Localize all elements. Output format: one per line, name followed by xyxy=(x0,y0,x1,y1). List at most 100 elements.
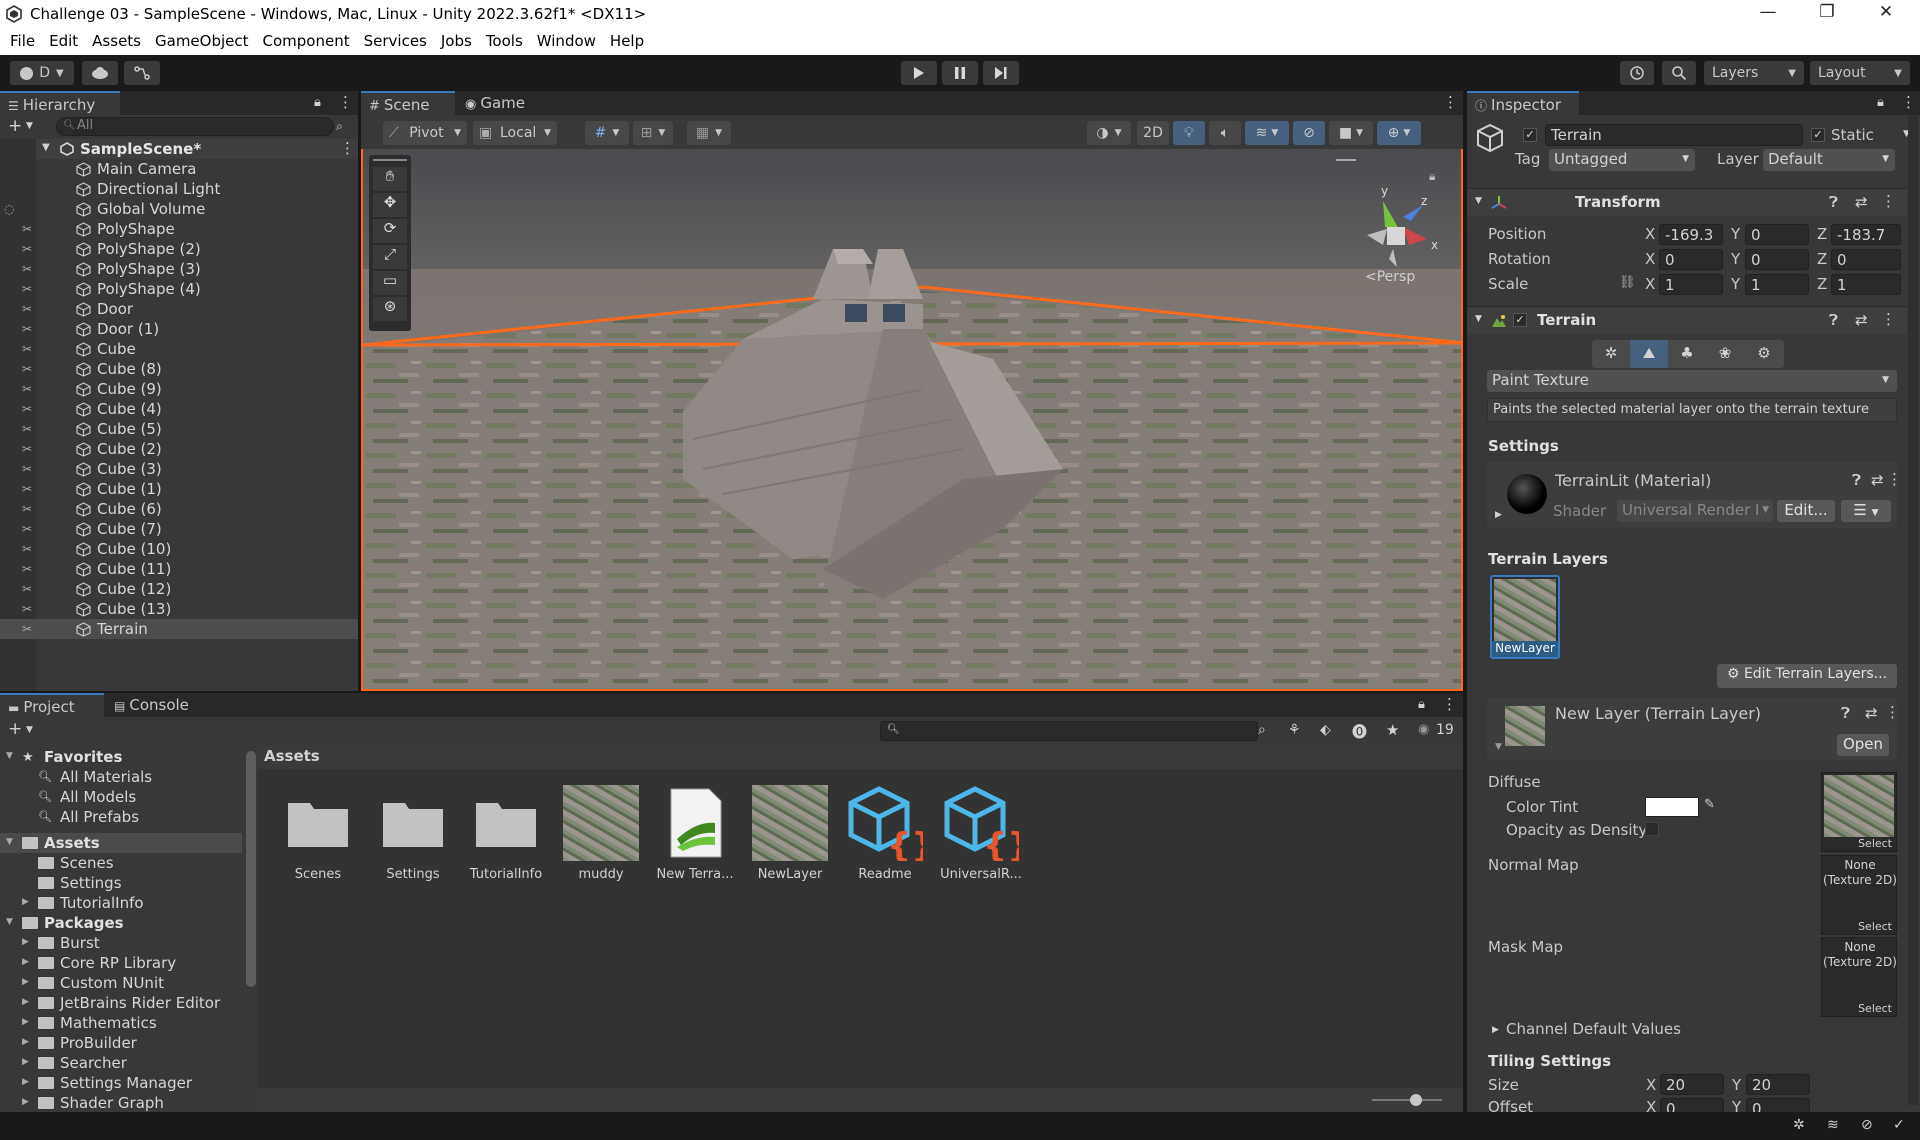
filter-by-type-icon[interactable]: ⚘ xyxy=(1288,722,1301,738)
tab-inspector[interactable]: ⓘ Inspector xyxy=(1467,91,1579,115)
step-button[interactable] xyxy=(983,61,1019,85)
help-icon[interactable]: ❓︎ xyxy=(1829,193,1838,211)
hierarchy-item[interactable]: ✂ Cube (2) xyxy=(0,439,358,459)
pickability-toggle-icon[interactable]: ✂ xyxy=(22,542,36,556)
persp-label[interactable]: <Persp xyxy=(1365,269,1415,285)
help-icon[interactable]: ❓︎ xyxy=(1841,704,1850,722)
scene-viewport[interactable]: y z x <Persp ✋︎ ✥ ⟳ ⤢ ▭ ⊛ 🔒︎ xyxy=(361,149,1463,691)
pickability-toggle-icon[interactable]: ✂ xyxy=(22,402,36,416)
hierarchy-item[interactable]: ✂ Cube (1) xyxy=(0,479,358,499)
tab-project[interactable]: ▬ Project xyxy=(0,693,104,717)
chevron-down-icon[interactable]: ▼ xyxy=(6,917,13,927)
pickability-toggle-icon[interactable]: ✂ xyxy=(22,422,36,436)
asset-grid-item[interactable]: Settings xyxy=(369,785,457,882)
opacity-density-checkbox[interactable] xyxy=(1645,822,1659,836)
warning-icon[interactable]: ⓿ xyxy=(1352,721,1367,742)
chevron-right-icon[interactable]: ▶ xyxy=(22,1077,29,1087)
zoom-slider-thumb[interactable] xyxy=(1410,1094,1422,1106)
more-menu-icon[interactable]: ⋮ xyxy=(1881,310,1896,328)
scene-visibility-toggle[interactable]: ⊘ xyxy=(1293,121,1325,145)
inspector-scrollbar[interactable] xyxy=(1908,115,1918,1105)
hierarchy-item[interactable]: Directional Light xyxy=(0,179,358,199)
menu-jobs[interactable]: Jobs xyxy=(434,28,479,50)
create-neighbor-terrain-icon[interactable]: ✲ xyxy=(1592,340,1630,368)
audio-toggle[interactable]: 🔈︎ xyxy=(1209,121,1241,145)
hierarchy-item[interactable]: ✂ Cube (5) xyxy=(0,419,358,439)
history-button[interactable] xyxy=(1620,61,1654,85)
more-menu-icon[interactable]: ⋮ xyxy=(338,93,353,111)
paint-trees-icon[interactable]: ♣ xyxy=(1668,340,1706,368)
pickability-toggle-icon[interactable]: ✂ xyxy=(22,462,36,476)
pause-button[interactable] xyxy=(942,61,978,85)
favorite-item[interactable]: 🔍︎ All Prefabs xyxy=(0,807,242,827)
hierarchy-item[interactable]: ✂ Cube xyxy=(0,339,358,359)
chevron-right-icon[interactable]: ▶ xyxy=(22,1017,29,1027)
maximize-button[interactable]: ❐ xyxy=(1812,2,1842,26)
open-layer-button[interactable]: Open xyxy=(1837,734,1889,756)
lock-icon[interactable]: 🔒︎ xyxy=(314,95,321,110)
preset-icon[interactable]: ⇄ xyxy=(1865,704,1878,722)
mask-map-slot[interactable]: None (Texture 2D) Select xyxy=(1821,937,1897,1017)
hierarchy-item[interactable]: ✂ PolyShape (4) xyxy=(0,279,358,299)
tab-console[interactable]: ▤ Console xyxy=(106,693,210,717)
paint-mode-dropdown[interactable]: Paint Texture ▼ xyxy=(1487,370,1897,392)
rotation-x-field[interactable]: 0 xyxy=(1659,249,1723,270)
pickability-toggle-icon[interactable]: ✂ xyxy=(22,482,36,496)
edit-terrain-layers-button[interactable]: ⚙︎ Edit Terrain Layers... xyxy=(1717,664,1897,688)
chevron-right-icon[interactable]: ▶ xyxy=(22,957,29,967)
chevron-down-icon[interactable]: ▼ xyxy=(26,121,33,131)
add-icon[interactable]: + xyxy=(8,719,22,739)
hierarchy-item[interactable]: Main Camera xyxy=(0,159,358,179)
pickability-toggle-icon[interactable]: ✂ xyxy=(22,502,36,516)
asset-grid-item[interactable]: Scenes xyxy=(274,785,362,882)
hierarchy-item[interactable]: ✂ PolyShape xyxy=(0,219,358,239)
pickability-toggle-icon[interactable]: ✂ xyxy=(22,262,36,276)
close-button[interactable]: ✕ xyxy=(1871,2,1901,26)
pickability-toggle-icon[interactable]: ✂ xyxy=(22,362,36,376)
hierarchy-item[interactable]: ✂ Terrain xyxy=(0,619,358,639)
lock-icon[interactable]: 🔒︎ xyxy=(1429,169,1435,184)
menu-services[interactable]: Services xyxy=(357,28,434,50)
terrain-settings-icon[interactable]: ⚙︎ xyxy=(1744,340,1784,368)
pickability-toggle-icon[interactable]: ✂ xyxy=(22,282,36,296)
asset-grid-item[interactable]: TutorialInfo xyxy=(462,785,550,882)
diffuse-select-label[interactable]: Select xyxy=(1858,837,1892,850)
chevron-right-icon[interactable]: ▶ xyxy=(22,1037,29,1047)
chevron-down-icon[interactable]: ▼ xyxy=(1495,742,1502,752)
account-button[interactable]: D ▼ xyxy=(10,61,74,85)
help-icon[interactable]: ❓︎ xyxy=(1852,471,1861,489)
hierarchy-search-input[interactable]: 🔍︎ All xyxy=(56,117,334,136)
paint-terrain-icon[interactable]: ⛰︎ xyxy=(1630,340,1668,368)
layers-dropdown[interactable]: Layers ▼ xyxy=(1704,61,1804,85)
mode-2d-toggle[interactable]: 2D xyxy=(1137,121,1169,145)
hierarchy-item[interactable]: ✂ Cube (4) xyxy=(0,399,358,419)
pickability-toggle-icon[interactable]: ✂ xyxy=(22,442,36,456)
hand-tool-icon[interactable]: ✋︎ xyxy=(373,167,407,191)
active-checkbox[interactable]: ✓ xyxy=(1523,128,1537,142)
menu-help[interactable]: Help xyxy=(603,28,651,50)
menu-gameobject[interactable]: GameObject xyxy=(148,28,256,50)
menu-tools[interactable]: Tools xyxy=(479,28,530,50)
play-button[interactable] xyxy=(901,61,937,85)
hierarchy-item[interactable]: ✂ Cube (9) xyxy=(0,379,358,399)
pickability-toggle-icon[interactable]: ✂ xyxy=(22,602,36,616)
add-icon[interactable]: + xyxy=(8,116,22,136)
pickability-toggle-icon[interactable]: ✂ xyxy=(22,222,36,236)
hierarchy-item[interactable]: ✂ Cube (3) xyxy=(0,459,358,479)
search-filter-icon[interactable]: ⌕ xyxy=(1258,722,1266,738)
rotate-tool-icon[interactable]: ⟳ xyxy=(373,219,407,243)
chevron-right-icon[interactable]: ▶ xyxy=(22,937,29,947)
more-menu-icon[interactable]: ⋮ xyxy=(1443,93,1458,111)
asset-grid-item[interactable]: {} Readme xyxy=(841,785,935,882)
cloud-button[interactable] xyxy=(82,61,118,85)
tree-folder-item[interactable]: Scenes xyxy=(0,853,242,873)
pickability-toggle-icon[interactable]: ✂ xyxy=(22,302,36,316)
breadcrumb-assets[interactable]: Assets xyxy=(264,747,320,765)
shader-dropdown[interactable]: Universal Render I ▼ xyxy=(1617,500,1773,522)
shader-options-button[interactable]: ☰ ▼ xyxy=(1841,500,1891,522)
transform-tool-icon[interactable]: ⊛ xyxy=(373,297,407,321)
lighting-toggle[interactable]: 💡︎ xyxy=(1173,121,1205,145)
size-x-field[interactable]: 20 xyxy=(1660,1074,1724,1095)
tree-folder-item[interactable]: ▶ Shader Graph xyxy=(0,1093,242,1112)
paint-details-icon[interactable]: ❀ xyxy=(1706,340,1744,368)
